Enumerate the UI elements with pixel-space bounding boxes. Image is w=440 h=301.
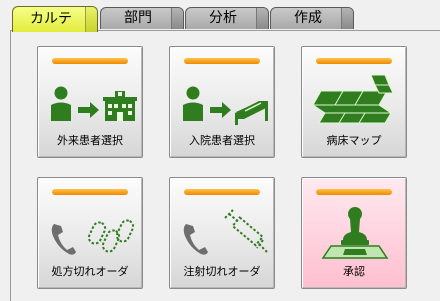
tab-analysis-label: 分析 <box>209 10 237 26</box>
tile-label: 外来患者選択 <box>57 134 123 147</box>
bed-map-button[interactable]: 病床マップ <box>301 46 407 158</box>
prescription-expiry-icon <box>51 219 135 255</box>
tab-create[interactable]: 作成 <box>270 7 354 29</box>
indicator-bar <box>316 58 392 64</box>
indicator-bar <box>52 58 128 64</box>
indicator-bar <box>316 189 392 195</box>
tile-label: 注射切れオーダ <box>183 265 261 278</box>
tile-label: 処方切れオーダ <box>51 265 129 278</box>
tab-create-label: 作成 <box>294 10 322 26</box>
tab-analysis[interactable]: 分析 <box>185 7 269 29</box>
tab-karte[interactable]: カルテ <box>12 6 98 32</box>
tab-karte-label: カルテ <box>30 11 72 27</box>
tab-bar: カルテ 部門 分析 作成 <box>0 0 440 32</box>
tile-label: 承認 <box>343 265 365 278</box>
indicator-bar <box>184 189 260 195</box>
tab-department[interactable]: 部門 <box>100 7 184 29</box>
inpatient-select-button[interactable]: 入院患者選択 <box>169 46 275 158</box>
injection-expiry-order-button[interactable]: 注射切れオーダ <box>169 177 275 289</box>
approval-button[interactable]: 承認 <box>301 177 407 289</box>
app-window: カルテ 部門 分析 作成 外来患者選択 入院患者選択 病床マップ 処方切れオーダ… <box>0 0 440 301</box>
tile-label: 病床マップ <box>326 134 382 147</box>
tab-department-label: 部門 <box>124 10 152 26</box>
indicator-bar <box>52 189 128 195</box>
indicator-bar <box>184 58 260 64</box>
approval-stamp-icon <box>321 207 389 259</box>
injection-expiry-icon <box>183 209 268 255</box>
tab-ear <box>85 7 97 32</box>
outpatient-select-button[interactable]: 外来患者選択 <box>37 46 143 158</box>
tab-ear <box>256 8 268 29</box>
tab-ear <box>341 8 353 29</box>
prescription-expiry-order-button[interactable]: 処方切れオーダ <box>37 177 143 289</box>
outpatient-select-icon <box>51 86 137 121</box>
bed-map-icon <box>311 74 394 124</box>
inpatient-select-icon <box>183 86 268 125</box>
tab-ear <box>171 8 183 29</box>
tile-label: 入院患者選択 <box>189 134 255 147</box>
